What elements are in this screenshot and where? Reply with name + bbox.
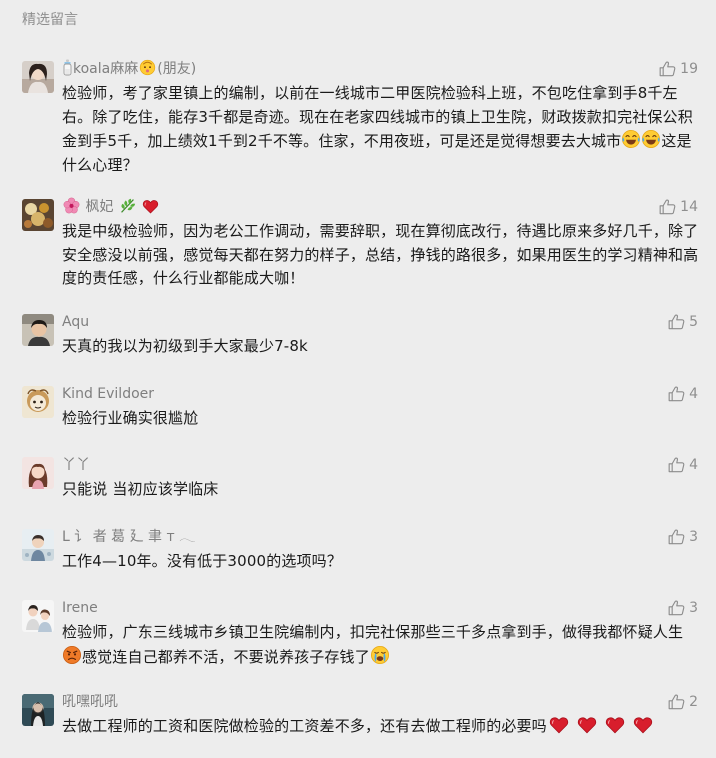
like-button[interactable]: 3 <box>668 598 698 618</box>
like-button[interactable]: 4 <box>668 455 698 475</box>
comment-text: 检验师，广东三线城市乡镇卫生院编制内，扣完社保那些三千多点拿到手，做得我都怀疑人… <box>62 621 702 669</box>
heart-icon <box>549 716 569 734</box>
herb-icon <box>119 197 136 214</box>
like-count: 14 <box>680 199 698 215</box>
avatar[interactable] <box>22 314 54 346</box>
commenter-name: 丫丫 <box>62 457 90 473</box>
baby-face-icon <box>139 59 156 76</box>
baby-bottle-icon <box>63 59 72 76</box>
comment-text: 我是中级检验师，因为老公工作调动，需要辞职，现在算彻底改行，待遇比原来多好几千，… <box>62 222 699 287</box>
thumbs-up-icon <box>668 386 685 402</box>
comment-text: 去做工程师的工资和医院做检验的工资差不多，还有去做工程师的必要吗 <box>62 715 702 739</box>
thumbs-up-icon <box>668 457 685 473</box>
loudly-crying-emoji <box>370 645 390 665</box>
like-count: 5 <box>689 314 698 330</box>
like-button[interactable]: 4 <box>668 384 698 404</box>
comment-text: 检验师，考了家里镇上的编制，以前在一线城市二甲医院检验科上班，不包吃住拿到手8千… <box>62 82 702 177</box>
commenter-name-text: koala麻麻 <box>73 61 139 77</box>
heart-icon <box>605 716 625 734</box>
angry-face-emoji <box>62 645 82 665</box>
avatar[interactable] <box>22 600 54 632</box>
comment-text: 检验行业确实很尴尬 <box>62 409 199 427</box>
like-count: 4 <box>689 457 698 473</box>
commenter-name: koala麻麻 (朋友) <box>62 59 196 79</box>
commenter-name: 枫妃 <box>62 197 160 217</box>
thumbs-up-icon <box>668 600 685 616</box>
heart-icon <box>577 716 597 734</box>
like-count: 2 <box>689 694 698 710</box>
avatar[interactable] <box>22 529 54 561</box>
commenter-name: Kind Evildoer <box>62 386 155 402</box>
section-title: 精选留言 <box>22 12 78 28</box>
comment-text: 只能说 当初应该学临床 <box>62 480 219 498</box>
like-button[interactable]: 2 <box>668 692 698 712</box>
commenter-name: 吼嘿吼吼 <box>62 694 118 710</box>
like-count: 3 <box>689 529 698 545</box>
like-count: 3 <box>689 600 698 616</box>
comment-text: 工作4—10年。没有低于3000的选项吗？ <box>62 552 342 570</box>
tears-of-joy-emoji <box>641 129 661 149</box>
comment-text-part: 检验师，考了家里镇上的编制，以前在一线城市二甲医院检验科上班，不包吃住拿到手8千… <box>62 84 693 150</box>
comment-text-part: 感觉连自己都养不活，不要说养孩子存钱了 <box>82 647 370 666</box>
thumbs-up-icon <box>668 314 685 330</box>
like-button[interactable]: 14 <box>659 197 698 217</box>
comment-text-part: 检验师，广东三线城市乡镇卫生院编制内，扣完社保那些三千多点拿到手，做得我都怀疑人… <box>62 623 684 641</box>
like-count: 4 <box>689 386 698 402</box>
comment-text: 天真的我以为初级到手大家最少7-8k <box>62 337 308 355</box>
thumbs-up-icon <box>659 199 676 215</box>
like-button[interactable]: 3 <box>668 527 698 547</box>
thumbs-up-icon <box>668 694 685 710</box>
avatar[interactable] <box>22 199 54 231</box>
avatar[interactable] <box>22 61 54 93</box>
commenter-name: ᒪ 讠 者 葛 廴 聿 ᴛ 𓂃 <box>62 529 196 545</box>
avatar[interactable] <box>22 386 54 418</box>
commenter-name: Aqu <box>62 314 90 330</box>
like-button[interactable]: 5 <box>668 312 698 332</box>
heart-icon <box>633 716 653 734</box>
thumbs-up-icon <box>659 61 676 77</box>
commenter-relation: (朋友) <box>157 61 197 77</box>
comment-text-part: 去做工程师的工资和医院做检验的工资差不多，还有去做工程师的必要吗 <box>62 717 547 735</box>
avatar[interactable] <box>22 694 54 726</box>
heart-icon <box>142 199 159 214</box>
thumbs-up-icon <box>668 529 685 545</box>
commenter-name-text: 枫妃 <box>85 199 114 215</box>
like-button[interactable]: 19 <box>659 59 698 79</box>
hibiscus-icon <box>63 197 80 214</box>
tears-of-joy-emoji <box>621 129 641 149</box>
avatar[interactable] <box>22 457 54 489</box>
commenter-name: Irene <box>62 600 98 616</box>
like-count: 19 <box>680 61 698 77</box>
